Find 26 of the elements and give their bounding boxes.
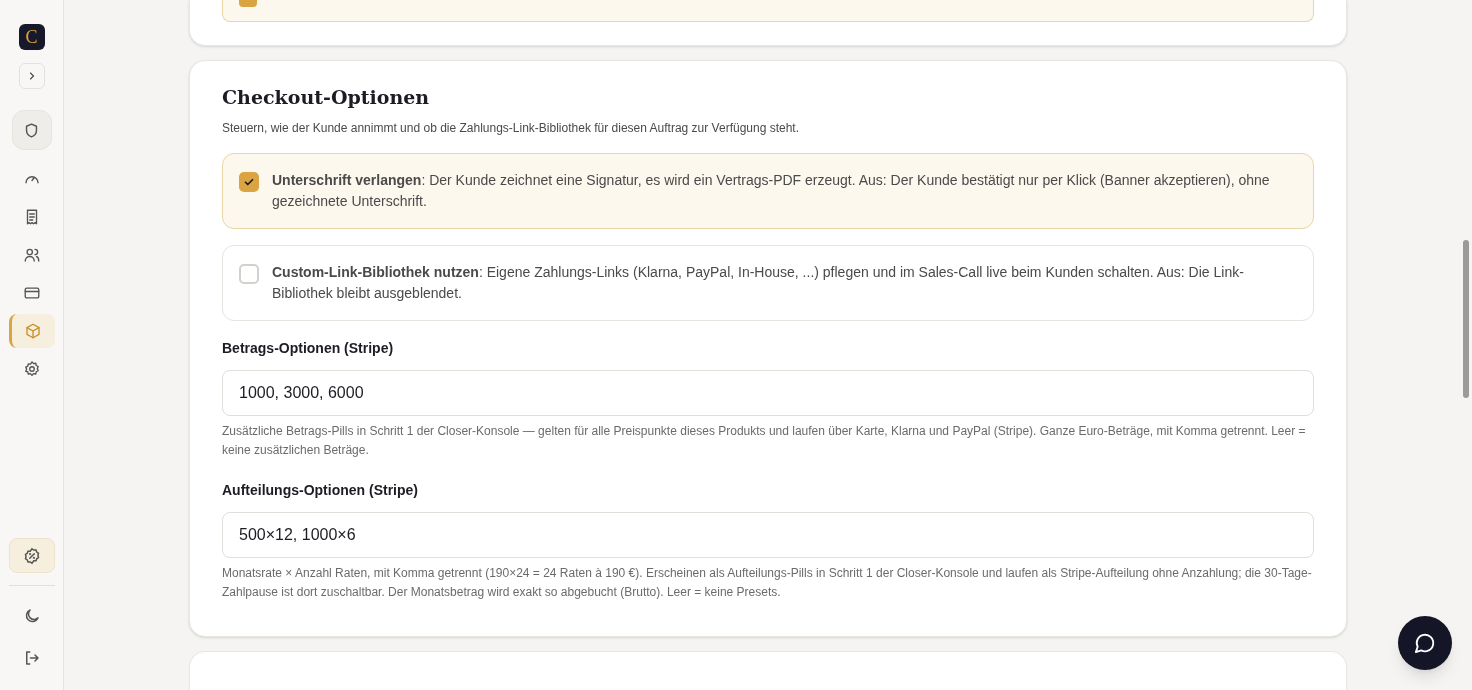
chat-button[interactable] <box>1398 616 1452 670</box>
scrollbar-thumb[interactable] <box>1463 240 1469 398</box>
input-field[interactable]: 500×12, 1000×6 <box>222 512 1314 558</box>
option-text: Custom-Link-Bibliothek nutzen: Eigene Zahlungs-Links (Klarna, PayPal, In-House, ...) pflegen und im Sales-Call live beim Kunden schalten. Aus: Die Link-Bibliothek bleibt ausgeblendet. <box>272 263 1245 303</box>
section-title: Checkout-Optionen <box>222 85 431 109</box>
checkbox[interactable] <box>239 0 257 7</box>
checkmark-icon <box>243 176 255 188</box>
shield-button[interactable] <box>11 110 52 150</box>
shield-icon <box>23 121 40 139</box>
field-help-text: Monatsrate × Anzahl Raten, mit Komma getrennt (190×24 = 24 Raten à 190 €). Erscheinen als Aufteilungs-Pills in Schritt 1 der Closer-Konsole und laufen als Stripe-Aufteilung ohne Anzahlung; die 30-Tage-Zahlpause ist dort zuschaltbar. Der Monatsbetrag wird exakt so abgebucht (Brutto). Leer = keine Presets. <box>222 565 1313 601</box>
settings-icon <box>22 360 41 378</box>
field-label: Betrags-Optionen (Stripe) <box>222 339 395 358</box>
field-help-text: Zusätzliche Betrags-Pills in Schritt 1 der Closer-Konsole — gelten für alle Preispunkte dieses Produkts und laufen über Karte, Klarna und PayPal (Stripe). Ganze Euro-Beträge, mit Komma getrennt. Leer = keine zusätzlichen Beträge. <box>222 423 1307 459</box>
discount-badge-button[interactable] <box>8 538 55 573</box>
section-description: Steuern, wie der Kunde annimmt und ob die Zahlungs-Link-Bibliothek für diesen Auftrag zur Verfügung steht. <box>222 120 800 137</box>
checkbox[interactable] <box>239 264 259 284</box>
credit-card-icon <box>22 284 41 302</box>
checkbox[interactable] <box>239 172 259 192</box>
option-text: Unterschrift verlangen: Der Kunde zeichnet eine Signatur, es wird ein Vertrags-PDF erzeugt. Aus: Der Kunde bestätigt nur per Klick (Banner akzeptieren), ohne gezeichnete Unterschrift. <box>272 171 1271 211</box>
field-label: Aufteilungs-Optionen (Stripe) <box>222 481 419 500</box>
input-field[interactable]: 1000, 3000, 6000 <box>222 370 1314 416</box>
app-logo[interactable]: C <box>18 24 45 50</box>
percent-badge-icon <box>22 546 41 565</box>
users-icon <box>22 246 41 264</box>
cube-icon <box>24 322 42 340</box>
chat-bubble-icon <box>1414 632 1436 654</box>
